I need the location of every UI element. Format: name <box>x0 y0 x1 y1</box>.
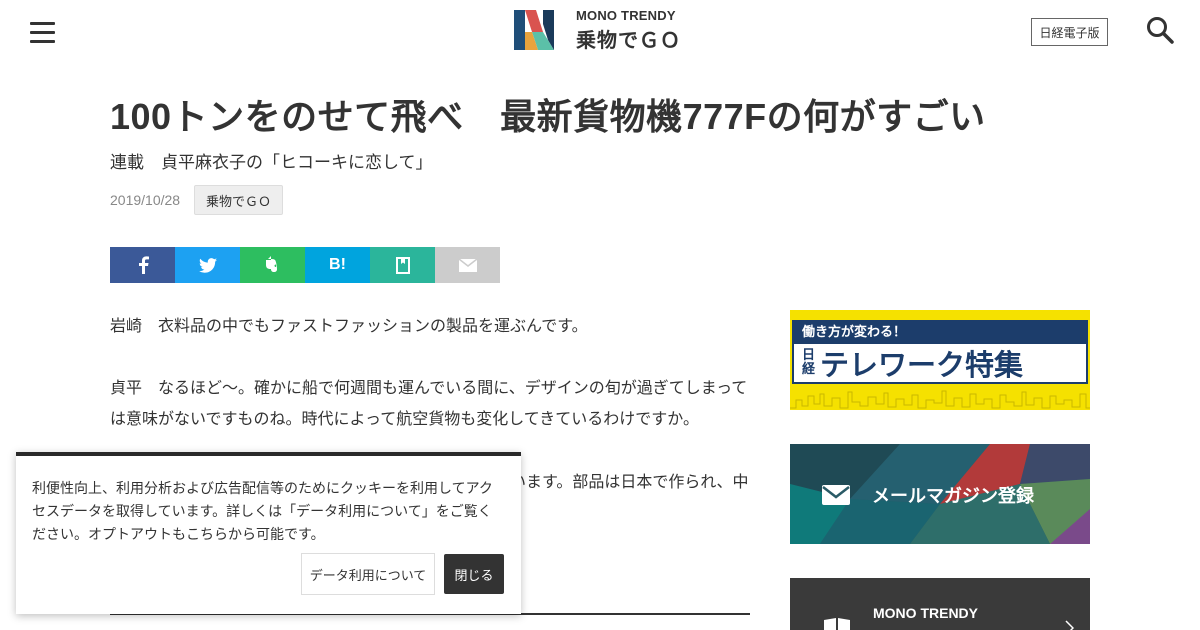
site-logo[interactable]: MONO TRENDY 乗物でＧＯ <box>514 7 681 52</box>
data-usage-button[interactable]: データ利用について <box>301 553 435 595</box>
share-mail-button[interactable] <box>435 247 500 283</box>
city-skyline-decoration <box>790 390 1090 409</box>
share-pocket-button[interactable] <box>370 247 435 283</box>
nikkei-digital-button[interactable]: 日経電子版 <box>1031 18 1108 46</box>
telework-nikkei-mark: 日経 <box>802 348 816 377</box>
chevron-right-icon <box>1065 620 1074 630</box>
evernote-icon <box>265 256 277 272</box>
facebook-icon <box>138 256 149 274</box>
logo-n-mark-icon <box>514 10 554 50</box>
share-facebook-button[interactable] <box>110 247 175 283</box>
mail-magazine-banner[interactable]: メールマガジン登録 <box>790 444 1090 544</box>
telework-banner-title: テレワーク特集 <box>820 348 1024 382</box>
category-tag[interactable]: 乗物でＧＯ <box>194 185 284 215</box>
article-title: 100トンをのせて飛べ 最新貨物機777Fの何がすごい <box>110 96 986 137</box>
share-bar: B! <box>110 247 500 283</box>
article-paragraph: 岩崎 衣料品の中でもファストファッションの製品を運ぶんです。 <box>110 316 588 335</box>
mail-magazine-label: メールマガジン登録 <box>872 486 1034 507</box>
article-date: 2019/10/28 <box>110 192 181 208</box>
article-paragraph: 貞平 なるほど～。確かに船で何週間も運んでいる間に、デザインの旬が過ぎてしまって… <box>110 378 748 428</box>
envelope-icon <box>822 485 850 505</box>
pocket-icon <box>395 256 410 274</box>
twitter-icon <box>198 257 217 273</box>
mail-icon <box>458 258 477 272</box>
cookie-consent-dialog: 利便性向上、利用分析および広告配信等のためにクッキーを利用してアクセスデータを取… <box>16 452 521 614</box>
hamburger-menu-icon[interactable] <box>30 22 55 43</box>
telework-feature-banner[interactable]: 働き方が変わる！ 日経 テレワーク特集 <box>790 310 1090 410</box>
close-button[interactable]: 閉じる <box>444 554 504 594</box>
article-subtitle: 連載 貞平麻衣子の「ヒコーキに恋して」 <box>110 153 433 173</box>
telework-banner-box: 働き方が変わる！ 日経 テレワーク特集 <box>792 320 1088 384</box>
share-hatena-button[interactable]: B! <box>305 247 370 283</box>
logo-top-text: MONO TRENDY <box>576 7 676 23</box>
article-paragraph-partial: います。部品は日本で作られ、中 <box>510 472 749 491</box>
logo-bottom-text: 乗物でＧＯ <box>576 27 681 52</box>
mono-trendy-banner[interactable]: MONO TRENDY <box>790 578 1090 630</box>
share-evernote-button[interactable] <box>240 247 305 283</box>
share-twitter-button[interactable] <box>175 247 240 283</box>
telework-banner-tagline: 働き方が変わる！ <box>794 322 1086 344</box>
mono-trendy-label: MONO TRENDY <box>873 605 978 621</box>
search-icon[interactable] <box>1145 15 1175 45</box>
cookie-consent-text: 利便性向上、利用分析および広告配信等のためにクッキーを利用してアクセスデータを取… <box>32 481 493 543</box>
book-icon <box>824 618 850 630</box>
